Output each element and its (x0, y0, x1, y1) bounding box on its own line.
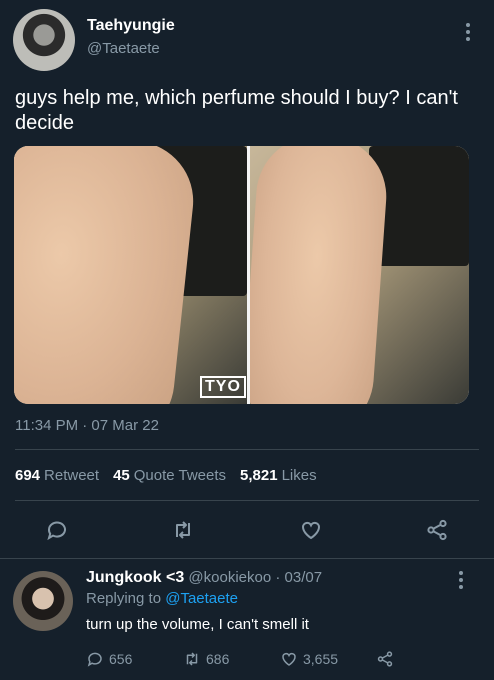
author-name[interactable]: Taehyungie (87, 17, 175, 35)
quote-count: 45 (113, 467, 130, 484)
photo-left[interactable]: TYO (14, 146, 247, 404)
reply-reply-button[interactable]: 656 (86, 648, 132, 670)
quote-label: Quote Tweets (133, 467, 227, 484)
divider (15, 500, 479, 501)
tweet-action-bar (0, 515, 494, 545)
reply-icon[interactable] (42, 515, 72, 545)
tweet-text: guys help me, which perfume should I buy… (15, 87, 458, 134)
wrist-image (14, 146, 200, 404)
replying-to-mention[interactable]: @Taetaete (165, 590, 238, 607)
likes-stat[interactable]: 5,821 Likes (240, 467, 317, 484)
like-icon (282, 652, 296, 666)
tweet-timestamp[interactable]: 11:34 PM · 07 Mar 22 (15, 417, 159, 434)
media-watermark: TYO (200, 376, 246, 398)
reply-author-handle[interactable]: @kookiekoo (188, 569, 271, 586)
reply-like-button[interactable]: 3,655 (280, 648, 338, 670)
likes-count: 5,821 (240, 467, 278, 484)
retweet-icon (186, 652, 198, 666)
reply-retweet-button[interactable]: 686 (183, 648, 229, 670)
reply-icon (87, 652, 102, 667)
reply-more-options-icon[interactable] (459, 571, 463, 592)
reply-author-name[interactable]: Jungkook <3 (86, 569, 184, 586)
divider (0, 558, 494, 559)
more-options-icon[interactable] (466, 23, 470, 44)
replying-to-label: Replying to (86, 590, 162, 607)
tweet-stats: 694 Retweet 45 Quote Tweets 5,821 Likes (15, 467, 317, 484)
wrist-image (250, 146, 391, 404)
reply-author-avatar[interactable] (13, 571, 73, 631)
share-icon (377, 651, 393, 667)
reply-date: · 03/07 (275, 569, 323, 586)
retweet-icon[interactable] (168, 515, 198, 545)
reply-share-button[interactable] (376, 648, 394, 670)
retweet-label: Retweet (44, 467, 100, 484)
retweet-stat[interactable]: 694 Retweet (15, 467, 99, 484)
reply-text: turn up the volume, I can't smell it (86, 616, 309, 633)
author-avatar[interactable] (13, 9, 75, 71)
photo-right[interactable] (250, 146, 469, 404)
author-handle[interactable]: @Taetaete (87, 40, 160, 57)
quote-stat[interactable]: 45 Quote Tweets (113, 467, 226, 484)
tweet-media[interactable]: TYO (14, 146, 469, 404)
reply-retweet-count: 686 (206, 651, 230, 667)
reply-action-bar: 656 686 3,655 (0, 648, 494, 670)
replying-to: Replying to @Taetaete (86, 590, 238, 607)
like-icon[interactable] (296, 515, 326, 545)
reply-like-count: 3,655 (303, 651, 339, 667)
retweet-count: 694 (15, 467, 41, 484)
share-icon[interactable] (422, 515, 452, 545)
likes-label: Likes (281, 467, 317, 484)
reply-reply-count: 656 (109, 651, 133, 667)
divider (15, 449, 479, 450)
reply-header: Jungkook <3 @kookiekoo · 03/07 (86, 569, 322, 587)
